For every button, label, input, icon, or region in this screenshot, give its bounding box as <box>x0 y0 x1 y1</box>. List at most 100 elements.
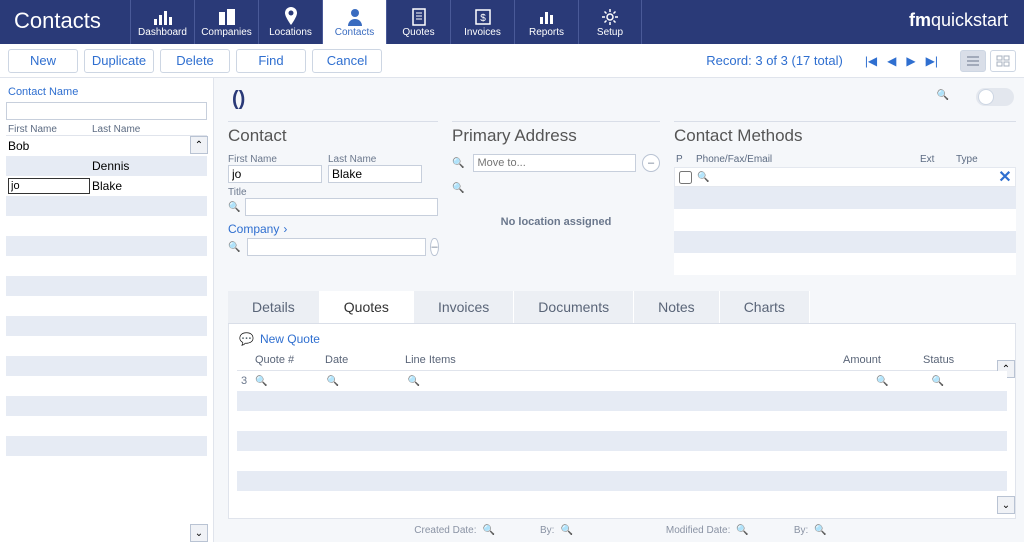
chevron-right-icon: › <box>283 222 287 236</box>
nav-contacts[interactable]: Contacts <box>322 0 386 44</box>
tab-charts[interactable]: Charts <box>720 291 810 323</box>
search-icon[interactable]: 🔍 <box>326 376 338 387</box>
search-icon[interactable]: 🔍 <box>814 525 826 536</box>
nav-label: Companies <box>201 27 252 38</box>
tab-invoices[interactable]: Invoices <box>414 291 514 323</box>
svg-text:$: $ <box>480 13 486 24</box>
scroll-down-icon[interactable]: ⌄ <box>190 524 208 542</box>
search-icon[interactable]: 🔍 <box>228 242 240 253</box>
toggle-switch[interactable] <box>976 88 1014 106</box>
toolbar: New Duplicate Delete Find Cancel Record:… <box>0 44 1024 78</box>
contact-list-pane: Contact Name First Name Last Name ⌃ Bob … <box>0 78 214 542</box>
first-record-icon[interactable]: |◀ <box>865 54 877 68</box>
search-icon[interactable]: 🔍 <box>255 376 267 387</box>
tab-notes[interactable]: Notes <box>634 291 720 323</box>
search-icon[interactable]: 🔍 <box>452 183 464 194</box>
contact-name-filter[interactable] <box>6 102 207 120</box>
search-icon[interactable]: 🔍 <box>697 172 709 183</box>
page-title: Contacts <box>0 0 130 44</box>
next-record-icon[interactable]: ▶ <box>906 54 915 68</box>
nav-label: Reports <box>529 27 564 38</box>
table-row[interactable]: 3 🔍 🔍 🔍 🔍 🔍 <box>237 371 1007 391</box>
tab-details[interactable]: Details <box>228 291 320 323</box>
scroll-down-icon[interactable]: ⌄ <box>997 496 1015 514</box>
address-panel: Primary Address 🔍 – 🔍 No location assign… <box>452 121 660 275</box>
cancel-button[interactable]: Cancel <box>312 49 382 73</box>
search-icon[interactable]: 🔍 <box>483 525 495 536</box>
record-counter: Record: 3 of 3 (17 total) <box>706 53 843 68</box>
top-nav: Contacts Dashboard Companies Locations C… <box>0 0 1024 44</box>
minus-button[interactable]: – <box>642 154 660 172</box>
panel-title: Contact <box>228 126 438 146</box>
search-icon[interactable]: 🔍 <box>876 376 888 387</box>
person-icon <box>347 7 363 27</box>
search-icon[interactable]: 🔍 <box>228 202 240 213</box>
company-input[interactable] <box>247 238 426 256</box>
tab-quotes[interactable]: Quotes <box>320 291 414 323</box>
search-icon[interactable]: 🔍 <box>560 525 572 536</box>
search-icon[interactable]: 🔍 <box>937 90 949 101</box>
search-icon[interactable]: 🔍 <box>736 525 748 536</box>
remove-icon[interactable]: ✕ <box>995 167 1015 187</box>
brand: fmquickstart <box>893 0 1024 44</box>
list-row[interactable]: Dennis <box>6 156 207 176</box>
nav-setup[interactable]: Setup <box>578 0 642 44</box>
nav-label: Dashboard <box>138 27 187 38</box>
first-name-inline-input[interactable] <box>8 178 90 194</box>
document-icon <box>411 7 427 27</box>
contact-display-name: () <box>228 84 1016 121</box>
panel-title: Primary Address <box>452 126 660 146</box>
grid-view-button[interactable] <box>990 50 1016 72</box>
duplicate-button[interactable]: Duplicate <box>84 49 154 73</box>
tab-documents[interactable]: Documents <box>514 291 634 323</box>
first-name-input[interactable] <box>228 165 322 183</box>
list-view-button[interactable] <box>960 50 986 72</box>
primary-checkbox[interactable] <box>679 171 692 184</box>
new-button[interactable]: New <box>8 49 78 73</box>
delete-button[interactable]: Delete <box>160 49 230 73</box>
col-first-name: First Name <box>6 124 92 135</box>
nav-companies[interactable]: Companies <box>194 0 258 44</box>
move-to-input[interactable] <box>473 154 636 172</box>
nav-invoices[interactable]: $ Invoices <box>450 0 514 44</box>
nav-quotes[interactable]: Quotes <box>386 0 450 44</box>
contact-panel: Contact First Name Last Name Title 🔍 Com… <box>228 121 438 275</box>
filter-label: Contact Name <box>8 86 205 98</box>
col-amount: Amount <box>843 354 923 366</box>
list-row[interactable]: Bob <box>6 136 207 156</box>
dashboard-icon <box>152 7 174 27</box>
gear-icon <box>601 7 619 27</box>
new-quote-button[interactable]: 💬 New Quote <box>239 332 320 346</box>
search-icon[interactable]: 🔍 <box>408 376 420 387</box>
title-input[interactable] <box>245 198 438 216</box>
bar-chart-icon <box>538 7 556 27</box>
nav-label: Contacts <box>335 27 374 38</box>
nav-reports[interactable]: Reports <box>514 0 578 44</box>
nav-label: Invoices <box>464 27 501 38</box>
col-line-items: Line Items <box>405 354 843 366</box>
invoice-icon: $ <box>474 7 492 27</box>
speech-bubble-icon: 💬 <box>239 332 254 346</box>
scroll-up-icon[interactable]: ⌃ <box>190 136 208 154</box>
nav-label: Locations <box>269 27 312 38</box>
col-quote-number: Quote # <box>255 354 325 366</box>
pin-icon <box>284 7 298 27</box>
search-icon[interactable]: 🔍 <box>932 376 944 387</box>
prev-record-icon[interactable]: ◀ <box>887 54 896 68</box>
buildings-icon <box>217 7 237 27</box>
last-name-input[interactable] <box>328 165 422 183</box>
nav-dashboard[interactable]: Dashboard <box>130 0 194 44</box>
list-row[interactable]: Blake <box>6 176 207 196</box>
contact-method-row: 🔍 ✕ <box>674 167 1016 187</box>
nav-locations[interactable]: Locations <box>258 0 322 44</box>
footer: Created Date:🔍 By:🔍 Modified Date:🔍 By:🔍 <box>228 519 1016 542</box>
tab-bar: Details Quotes Invoices Documents Notes … <box>228 291 1016 324</box>
company-link[interactable]: Company› <box>228 222 287 236</box>
col-date: Date <box>325 354 405 366</box>
panel-title: Contact Methods <box>674 126 1016 146</box>
detail-pane: 🔍 () Contact First Name Last Name Title … <box>214 78 1024 542</box>
search-icon[interactable]: 🔍 <box>452 158 464 169</box>
last-record-icon[interactable]: ▶| <box>926 54 938 68</box>
minus-button[interactable]: – <box>430 238 438 256</box>
find-button[interactable]: Find <box>236 49 306 73</box>
